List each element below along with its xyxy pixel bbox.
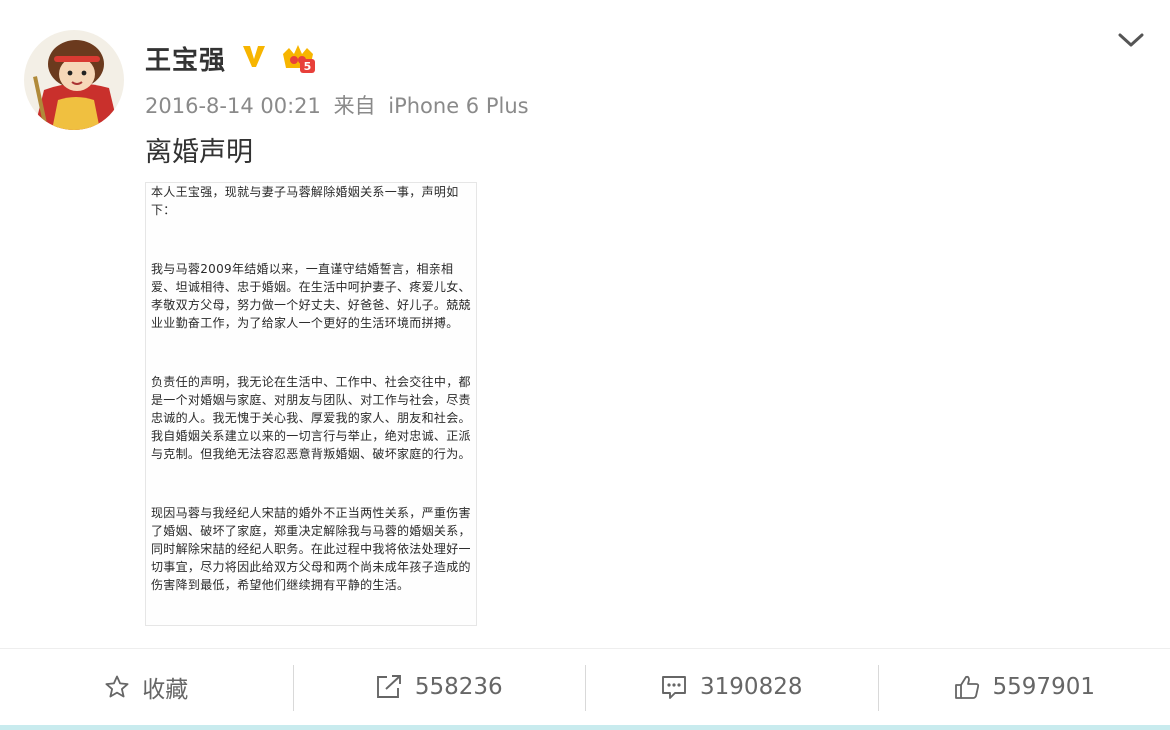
comment-button[interactable]: 3190828 [585, 649, 878, 725]
post-text: 离婚声明 [145, 137, 253, 168]
avatar-cartoon-image [24, 30, 124, 130]
statement-paragraph-decision: 现因马蓉与我经纪人宋喆的婚外不正当两性关系，严重伤害了婚姻、破坏了家庭，郑重决定… [151, 506, 471, 592]
repost-count: 558236 [414, 674, 503, 700]
thumbs-up-icon [954, 675, 979, 699]
star-icon [105, 675, 129, 698]
favorite-label: 收藏 [142, 677, 189, 703]
post-meta: 2016-8-14 00:21 来自 iPhone 6 Plus [145, 90, 529, 120]
action-bar: 收藏 558236 3190828 5597901 [0, 649, 1170, 725]
comment-icon [662, 676, 686, 699]
post-timestamp: 2016-8-14 00:21 [145, 94, 321, 118]
bottom-strip [0, 725, 1170, 730]
like-count: 5597901 [992, 674, 1095, 700]
chevron-down-icon[interactable] [1116, 28, 1146, 52]
post-source-device[interactable]: iPhone 6 Plus [388, 94, 528, 118]
comment-count: 3190828 [700, 674, 803, 700]
statement-image[interactable]: 本人王宝强，现就与妻子马蓉解除婚姻关系一事，声明如下： 我与马蓉2009年结婚以… [145, 182, 477, 626]
weibo-post: 王宝强 5 2016-8-14 00:21 来自 iPhone 6 Plus 离… [0, 0, 1170, 730]
statement-paragraph-intro: 本人王宝强，现就与妻子马蓉解除婚姻关系一事，声明如下： [151, 185, 459, 217]
username[interactable]: 王宝强 [145, 40, 226, 77]
vip-crown-icon[interactable]: 5 [280, 42, 316, 74]
like-button[interactable]: 5597901 [877, 649, 1170, 725]
repost-button[interactable]: 558236 [292, 649, 586, 725]
favorite-button[interactable]: 收藏 [0, 649, 293, 725]
repost-share-icon [376, 675, 401, 698]
statement-paragraph-declaration: 负责任的声明，我无论在生活中、工作中、社会交往中，都是一个对婚姻与家庭、对朋友与… [151, 375, 471, 461]
svg-text:5: 5 [304, 60, 312, 73]
avatar[interactable] [24, 30, 124, 130]
verified-v-icon [243, 46, 265, 67]
statement-paragraph-marriage: 我与马蓉2009年结婚以来，一直谨守结婚誓言，相亲相爱、坦诚相待、忠于婚姻。在生… [151, 262, 471, 330]
post-source-prefix: 来自 [333, 94, 376, 118]
